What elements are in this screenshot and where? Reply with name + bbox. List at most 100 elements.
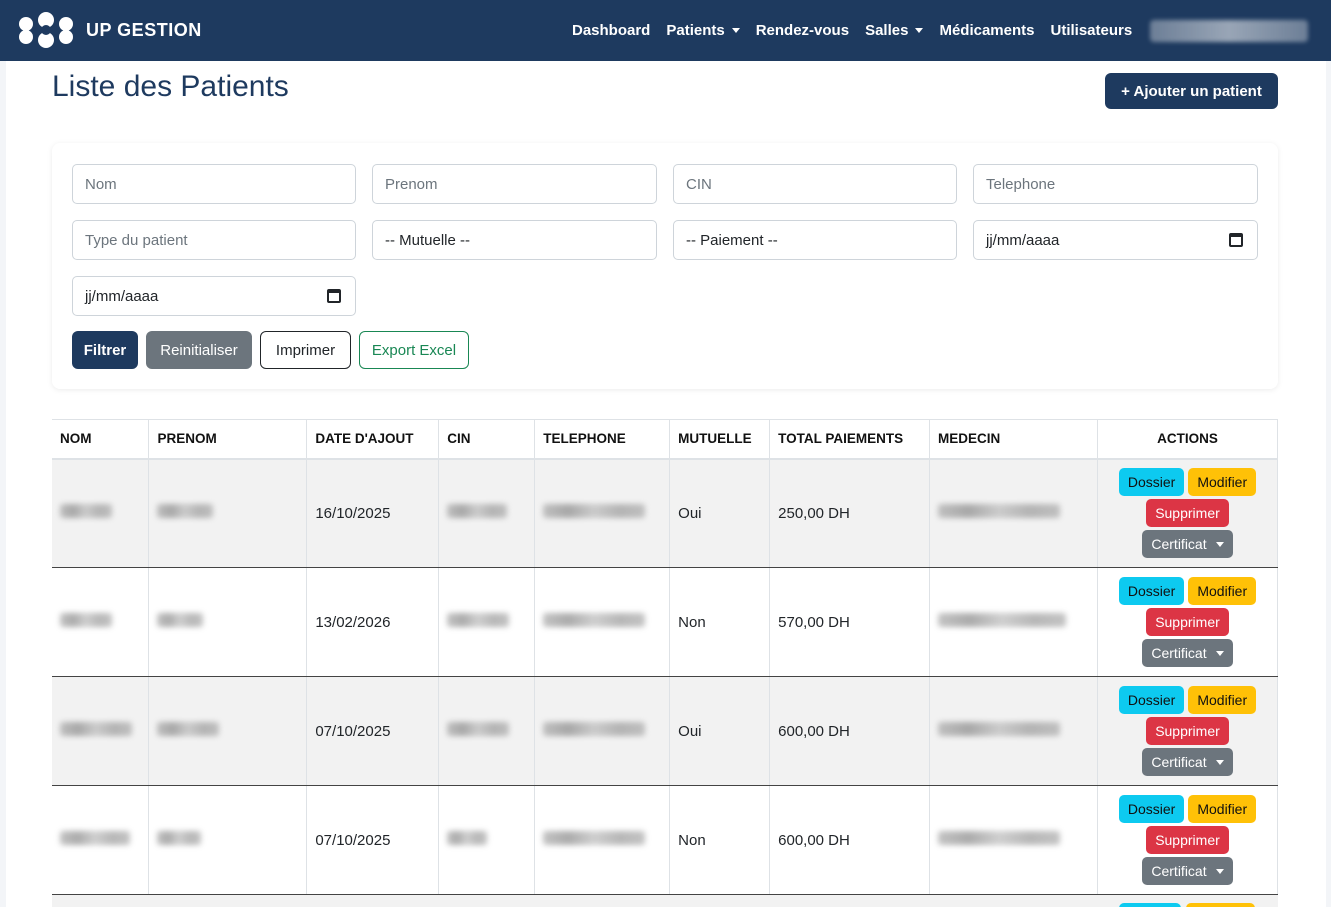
cell-prenom [148, 567, 308, 677]
chevron-down-icon [1215, 650, 1224, 656]
cell-telephone [534, 567, 671, 677]
cell-prenom [148, 676, 308, 786]
redacted-text [60, 831, 130, 845]
cell-telephone [534, 676, 671, 786]
redacted-text [157, 504, 214, 519]
chevron-down-icon [1215, 868, 1224, 874]
certificat-dropdown-button[interactable]: Certificat [1142, 748, 1233, 776]
cell-cin [438, 458, 536, 568]
nav-salles-label: Salles [865, 22, 909, 39]
date-to-value: jj/mm/aaaa [85, 287, 159, 305]
nav-medicaments-label: Médicaments [939, 22, 1035, 39]
nav-patients[interactable]: Patients [666, 22, 740, 39]
redacted-text [60, 722, 132, 736]
modifier-button[interactable]: Modifier [1188, 686, 1257, 714]
nav-utilisateurs[interactable]: Utilisateurs [1051, 22, 1133, 39]
cell-cin [438, 785, 536, 895]
cell-medecin [929, 785, 1098, 895]
certificat-dropdown-button[interactable]: Certificat [1142, 639, 1233, 667]
nav-salles[interactable]: Salles [865, 22, 924, 39]
redacted-text [157, 831, 202, 845]
col-cin[interactable]: CIN [438, 419, 536, 460]
paiement-select[interactable]: -- Paiement -- [673, 220, 957, 260]
redacted-text [60, 613, 112, 627]
type-patient-input[interactable] [85, 231, 355, 249]
export-excel-button[interactable]: Export Excel [359, 331, 469, 369]
prenom-field[interactable] [372, 164, 657, 204]
col-date-ajout[interactable]: DATE D'AJOUT [306, 419, 440, 460]
filter-button[interactable]: Filtrer [72, 331, 138, 369]
redacted-text [447, 504, 508, 519]
col-total-paiements[interactable]: TOTAL PAIEMENTS [769, 419, 931, 460]
telephone-input[interactable] [986, 175, 1257, 193]
calendar-icon[interactable] [1229, 233, 1243, 247]
brand[interactable]: UP GESTION [16, 10, 202, 50]
dossier-button[interactable]: Dossier [1118, 468, 1185, 497]
dossier-button[interactable]: Dossier [1118, 577, 1185, 605]
supprimer-button[interactable]: Supprimer [1146, 826, 1229, 854]
col-nom[interactable]: NOM [52, 419, 150, 460]
redacted-text [157, 722, 220, 736]
cell-nom [52, 458, 150, 568]
mutuelle-select[interactable]: -- Mutuelle -- [372, 220, 657, 260]
user-menu-redacted[interactable] [1150, 20, 1308, 42]
cell-nom [52, 785, 150, 895]
col-telephone[interactable]: TELEPHONE [534, 419, 671, 460]
col-prenom[interactable]: PRENOM [148, 419, 308, 460]
date-to-field[interactable]: jj/mm/aaaa [72, 276, 356, 316]
dossier-button[interactable]: Dossier [1118, 686, 1185, 714]
table-row: 13/02/2026 Non 570,00 DH Dossier Modifier… [52, 567, 1279, 677]
calendar-icon[interactable] [327, 289, 341, 303]
cell-actions: Dossier Modifier Supprimer Certificat [1097, 458, 1279, 568]
supprimer-button[interactable]: Supprimer [1146, 717, 1229, 745]
print-button[interactable]: Imprimer [260, 331, 351, 369]
cin-field[interactable] [673, 164, 957, 204]
cell-date: 07/10/2025 [306, 676, 440, 786]
reset-button[interactable]: Reinitialiser [146, 331, 252, 369]
modifier-button[interactable]: Modifier [1188, 468, 1257, 497]
redacted-text [447, 613, 510, 627]
dossier-button-partial[interactable] [1119, 903, 1181, 907]
cin-input[interactable] [686, 175, 956, 193]
cell-date: 07/10/2025 [306, 785, 440, 895]
supprimer-button[interactable]: Supprimer [1146, 608, 1229, 636]
table-row-partial [52, 894, 1278, 907]
modifier-button[interactable]: Modifier [1188, 795, 1257, 823]
chevron-down-icon [731, 28, 740, 33]
nav-dashboard[interactable]: Dashboard [572, 22, 650, 39]
redacted-text [157, 613, 204, 627]
cell-nom [52, 567, 150, 677]
date-from-field[interactable]: jj/mm/aaaa [973, 220, 1258, 260]
supprimer-button[interactable]: Supprimer [1146, 499, 1229, 528]
nav-rendez-vous[interactable]: Rendez-vous [756, 22, 849, 39]
table-row: 07/10/2025 Oui 600,00 DH Dossier Modifier… [52, 676, 1279, 786]
cell-total: 600,00 DH [769, 785, 931, 895]
nav-medicaments[interactable]: Médicaments [939, 22, 1034, 39]
top-navbar: UP GESTION Dashboard Patients Rendez-vou… [0, 0, 1331, 61]
mutuelle-select-value: -- Mutuelle -- [385, 231, 471, 249]
dossier-button[interactable]: Dossier [1118, 795, 1185, 823]
modifier-button-partial[interactable] [1186, 903, 1255, 907]
certificat-label: Certificat [1151, 536, 1207, 553]
add-patient-button[interactable]: + Ajouter un patient [1105, 73, 1278, 109]
certificat-dropdown-button[interactable]: Certificat [1142, 530, 1233, 559]
modifier-button[interactable]: Modifier [1188, 577, 1257, 605]
type-patient-field[interactable] [72, 220, 356, 260]
cell-date: 13/02/2026 [306, 567, 440, 677]
page-title: Liste des Patients [52, 70, 289, 103]
cell-mutuelle: Oui [669, 458, 771, 568]
certificat-dropdown-button[interactable]: Certificat [1142, 857, 1233, 885]
cell-actions: Dossier Modifier Supprimer Certificat [1097, 567, 1279, 677]
certificat-label: Certificat [1151, 754, 1207, 770]
prenom-input[interactable] [385, 175, 656, 193]
nom-input[interactable] [85, 175, 355, 193]
cell-total: 600,00 DH [769, 676, 931, 786]
cell-telephone [534, 785, 671, 895]
col-medecin[interactable]: MEDECIN [929, 419, 1098, 460]
col-mutuelle[interactable]: MUTUELLE [669, 419, 771, 460]
table-row: 16/10/2025 Oui 250,00 DH Dossier Modifier… [52, 458, 1279, 568]
telephone-field[interactable] [973, 164, 1258, 204]
nav-rendez-vous-label: Rendez-vous [755, 22, 850, 39]
nom-field[interactable] [72, 164, 356, 204]
redacted-text [543, 613, 646, 627]
